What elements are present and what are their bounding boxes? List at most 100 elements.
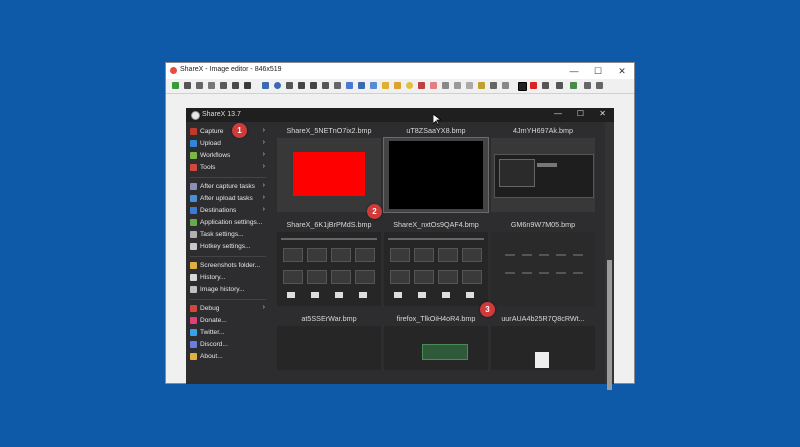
twitter-icon (190, 329, 197, 336)
thumbnail-filename: 4JmYH697Ak.bmp (513, 126, 573, 135)
upload-icon[interactable] (220, 82, 227, 89)
select-icon[interactable] (244, 82, 251, 89)
border-color-icon[interactable] (518, 82, 527, 91)
menu-item-image-history[interactable]: Image history... (188, 284, 268, 296)
menu-item-debug[interactable]: Debug › (188, 303, 268, 315)
editor-titlebar: ShareX - Image editor - 846x519 — ☐ ✕ (166, 63, 634, 79)
confirm-icon[interactable] (172, 82, 179, 89)
thumbnail-preview-image (277, 232, 381, 306)
menu-item-workflows[interactable]: Workflows › (188, 150, 268, 162)
smart-eraser-icon[interactable] (430, 82, 437, 89)
sharex-minimize-button[interactable]: — (554, 109, 562, 118)
thumbnail-item[interactable] (277, 326, 381, 370)
editor-toolbar (166, 79, 634, 94)
menu-item-history[interactable]: History... (188, 272, 268, 284)
thumbnail-item[interactable] (491, 138, 595, 212)
menu-item-task-settings[interactable]: Task settings... (188, 229, 268, 241)
discord-icon (190, 341, 197, 348)
menu-item-label: Task settings... (200, 231, 244, 238)
menu-item-upload[interactable]: Upload › (188, 138, 268, 150)
step-badge-1: 1 (232, 123, 247, 138)
print-icon[interactable] (232, 82, 239, 89)
thumbnail-preview-image (384, 232, 488, 306)
submenu-arrow-icon: › (262, 127, 265, 134)
image-screen-icon[interactable] (394, 82, 401, 89)
image-options-icon[interactable] (570, 82, 577, 89)
save-icon[interactable] (184, 82, 191, 89)
pixelate-icon[interactable] (454, 82, 461, 89)
submenu-arrow-icon: › (262, 139, 265, 146)
highlight-icon[interactable] (466, 82, 473, 89)
blur-icon[interactable] (442, 82, 449, 89)
menu-item-application-settings[interactable]: Application settings... (188, 217, 268, 229)
submenu-arrow-icon: › (262, 304, 265, 311)
sharex-close-button[interactable]: ✕ (599, 109, 606, 118)
menu-item-discord[interactable]: Discord... (188, 339, 268, 351)
scrollbar-thumb[interactable] (607, 260, 612, 390)
text-background-icon[interactable] (334, 82, 341, 89)
menu-separator (190, 299, 266, 300)
submenu-arrow-icon: › (262, 163, 265, 170)
copy-icon[interactable] (208, 82, 215, 89)
thumbnail-filename: uT8ZSaaYX8.bmp (406, 126, 466, 135)
crop-icon[interactable] (478, 82, 485, 89)
about-icon (190, 353, 197, 360)
border-size-icon[interactable] (542, 82, 549, 89)
thumbnail-item[interactable] (384, 326, 488, 370)
options-icon[interactable] (584, 82, 591, 89)
fill-color-icon[interactable] (530, 82, 537, 89)
thumbnail-item[interactable] (491, 232, 595, 306)
cursor-icon[interactable] (418, 82, 425, 89)
thumbnail-scrollbar[interactable] (605, 122, 614, 390)
menu-item-after-capture-tasks[interactable]: After capture tasks › (188, 181, 268, 193)
freehand-icon[interactable] (286, 82, 293, 89)
thumbnail-item[interactable] (277, 138, 381, 212)
thumbnail-item[interactable] (383, 137, 489, 213)
menu-item-label: Debug (200, 305, 220, 312)
menu-item-label: About... (200, 353, 223, 360)
menu-item-screenshots-folder[interactable]: Screenshots folder... (188, 260, 268, 272)
editor-close-button[interactable]: ✕ (610, 63, 634, 79)
debug-icon (190, 305, 197, 312)
shadow-icon[interactable] (556, 82, 563, 89)
step-badge-2: 2 (367, 204, 382, 219)
thumbnail-filename: firefox_TlkOiH4oR4.bmp (396, 314, 476, 323)
menu-item-label: Donate... (200, 317, 227, 324)
thumbnail-preview-image (293, 152, 365, 196)
editor-maximize-button[interactable]: ☐ (586, 63, 610, 79)
thumbnail-preview-image (389, 141, 483, 209)
thumbnail-item[interactable] (491, 326, 595, 370)
ellipse-icon[interactable] (274, 82, 281, 89)
arrow-icon[interactable] (310, 82, 317, 89)
menu-item-donate[interactable]: Donate... (188, 315, 268, 327)
menu-separator (190, 256, 266, 257)
sticker-icon[interactable] (406, 82, 413, 89)
magnify-icon[interactable] (370, 82, 377, 89)
thumbnail-item[interactable] (277, 232, 381, 306)
thumbnail-preview-image (491, 232, 595, 306)
step-icon[interactable] (358, 82, 365, 89)
menu-item-capture[interactable]: Capture › (188, 126, 268, 138)
menu-item-after-upload-tasks[interactable]: After upload tasks › (188, 193, 268, 205)
cut-out-icon[interactable] (490, 82, 497, 89)
image-icon[interactable] (382, 82, 389, 89)
image-history-icon (190, 286, 197, 293)
thumbnail-item[interactable] (384, 232, 488, 306)
thumbnail-preview-image (277, 326, 381, 370)
save-as-icon[interactable] (196, 82, 203, 89)
speech-balloon-icon[interactable] (346, 82, 353, 89)
sharex-main-window: ShareX 13.7 — ☐ ✕ Capture › Upload › Workflo… (186, 108, 614, 390)
sharex-maximize-button[interactable]: ☐ (577, 109, 584, 118)
editor-minimize-button[interactable]: — (562, 63, 586, 79)
line-icon[interactable] (298, 82, 305, 89)
menu-separator (190, 177, 266, 178)
menu-item-twitter[interactable]: Twitter... (188, 327, 268, 339)
more-tools-icon[interactable] (596, 82, 603, 89)
menu-item-about[interactable]: About... (188, 351, 268, 363)
undo-icon[interactable] (502, 82, 509, 89)
menu-item-tools[interactable]: Tools › (188, 162, 268, 174)
menu-item-destinations[interactable]: Destinations › (188, 205, 268, 217)
menu-item-hotkey-settings[interactable]: Hotkey settings... (188, 241, 268, 253)
rectangle-icon[interactable] (262, 82, 269, 89)
text-outline-icon[interactable] (322, 82, 329, 89)
